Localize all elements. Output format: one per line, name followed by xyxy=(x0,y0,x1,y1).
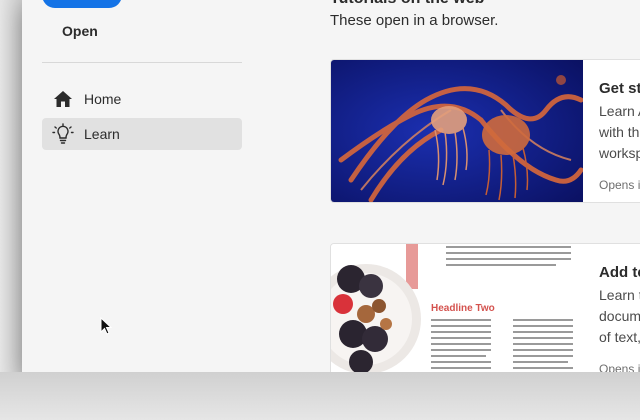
card-description-line: Learn A xyxy=(599,103,640,119)
tutorial-thumbnail-jellyfish xyxy=(331,60,583,202)
sidebar-item-label: Learn xyxy=(84,126,120,142)
card-footer: Opens in xyxy=(599,362,640,372)
text-line xyxy=(431,367,491,369)
card-footer: Opens i xyxy=(599,178,640,192)
tutorial-card[interactable]: Get sta Learn A with th worksp Opens i xyxy=(330,59,640,203)
text-line xyxy=(431,343,491,345)
card-description-line: with th xyxy=(599,124,640,140)
text-line xyxy=(431,319,491,321)
text-line xyxy=(513,349,573,351)
main-content: Tutorials on the web These open in a bro… xyxy=(330,0,640,372)
lightbulb-icon xyxy=(52,123,74,145)
text-line xyxy=(446,258,571,260)
text-line xyxy=(446,264,556,266)
text-line xyxy=(513,331,573,333)
card-description: Learn A with th worksp xyxy=(599,101,640,164)
text-line xyxy=(431,349,491,351)
thumbnail-headline: Headline Two xyxy=(431,303,495,314)
tutorial-thumbnail-document: Headline Two xyxy=(331,244,583,372)
text-line xyxy=(431,361,491,363)
text-line xyxy=(513,355,573,357)
card-description: Learn th docum of text, xyxy=(599,285,640,348)
sidebar-item-home[interactable]: Home xyxy=(42,83,242,115)
text-line xyxy=(431,355,486,357)
text-line xyxy=(513,367,573,369)
desktop-background xyxy=(0,372,640,420)
home-icon xyxy=(52,88,74,110)
app-window: Open Home Learn These open in a browser.… xyxy=(22,0,640,372)
text-line xyxy=(513,325,573,327)
text-line xyxy=(513,319,573,321)
text-line xyxy=(513,337,573,339)
sidebar-item-learn[interactable]: Learn xyxy=(42,118,242,150)
card-text: Add te Learn th docum of text, Opens in xyxy=(583,244,640,372)
desktop-background xyxy=(0,0,22,420)
card-title: Get sta xyxy=(599,80,640,97)
card-description-line: of text, xyxy=(599,329,640,345)
tutorial-card[interactable]: Headline Two Add t Learn docum of text, … xyxy=(330,243,640,372)
card-text: Get sta Learn A with th worksp Opens i xyxy=(583,60,640,202)
text-line xyxy=(446,252,571,254)
card-title: Add te xyxy=(599,264,640,281)
text-line xyxy=(446,246,571,248)
section-subtitle: These open in a browser. xyxy=(330,12,499,29)
text-line xyxy=(431,337,491,339)
open-button[interactable]: Open xyxy=(62,23,98,39)
text-line xyxy=(431,325,491,327)
card-description-line: docum xyxy=(599,308,640,324)
section-title: Tutorials on the web xyxy=(330,0,484,8)
sidebar-item-label: Home xyxy=(84,91,122,107)
card-description-line: Learn th xyxy=(599,287,640,303)
text-line xyxy=(431,331,491,333)
sidebar-divider xyxy=(42,62,242,63)
text-line xyxy=(513,361,568,363)
card-description-line: worksp xyxy=(599,145,640,161)
create-new-button[interactable] xyxy=(42,0,122,8)
text-line xyxy=(513,343,573,345)
sidebar: Open Home Learn xyxy=(22,0,262,372)
mouse-pointer-icon xyxy=(100,316,113,340)
